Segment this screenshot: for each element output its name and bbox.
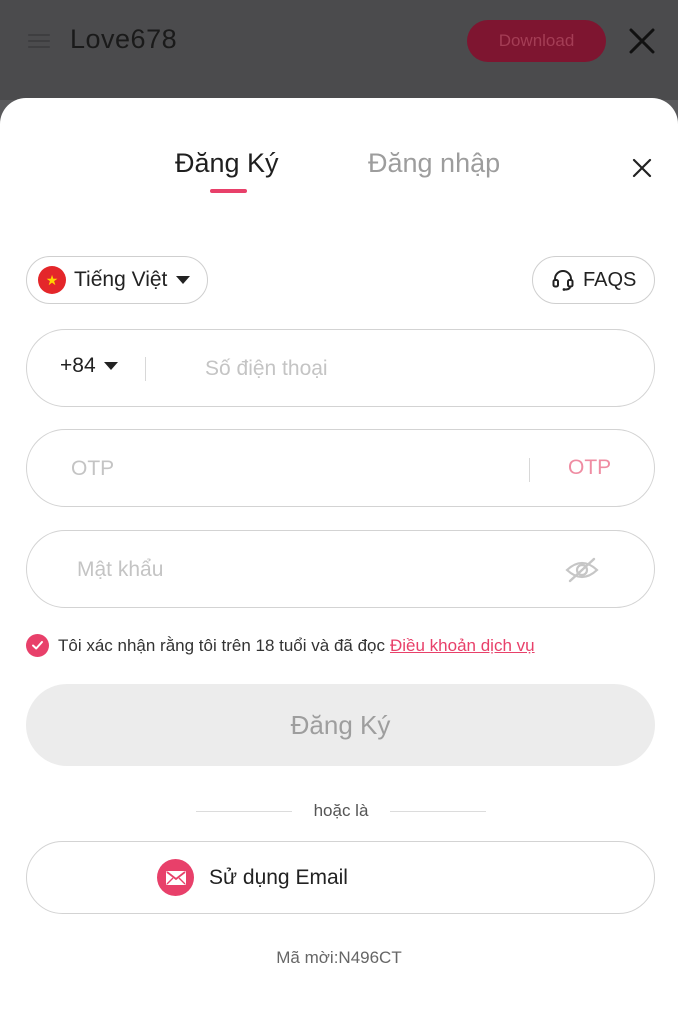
or-divider: hoặc là [196, 799, 487, 823]
use-email-button[interactable]: Sử dụng Email [26, 841, 655, 914]
use-email-label: Sử dụng Email [209, 865, 348, 889]
app-title: Love678 [70, 24, 178, 54]
mail-icon [157, 859, 194, 896]
register-modal: Đăng Ký Đăng nhập ★ Tiếng Việt FAQS +84 … [0, 98, 678, 1024]
divider [145, 357, 146, 381]
country-code-label: +84 [60, 354, 96, 377]
register-submit-button[interactable]: Đăng Ký [26, 684, 655, 766]
terms-consent: Tôi xác nhận rằng tôi trên 18 tuổi và đã… [26, 634, 535, 657]
top-app-bar: Love678 Download [0, 0, 678, 100]
consent-checkbox[interactable] [26, 634, 49, 657]
language-label: Tiếng Việt [74, 268, 168, 291]
tab-login[interactable]: Đăng nhập [368, 148, 500, 179]
faq-label: FAQS [583, 268, 637, 291]
password-field [26, 530, 655, 608]
password-input[interactable] [77, 555, 557, 585]
consent-text: Tôi xác nhận rằng tôi trên 18 tuổi và đã… [58, 635, 385, 655]
divider-line [390, 810, 487, 812]
vietnam-flag-icon: ★ [38, 266, 66, 294]
download-button[interactable]: Download [467, 20, 606, 62]
tab-register[interactable]: Đăng Ký [175, 148, 279, 179]
otp-field: OTP [26, 429, 655, 507]
phone-input[interactable] [205, 354, 625, 384]
otp-input[interactable] [71, 454, 521, 484]
or-text: hoặc là [313, 801, 369, 820]
close-modal-icon[interactable] [628, 154, 656, 182]
country-code-selector[interactable]: +84 [60, 354, 118, 378]
terms-of-service-link[interactable]: Điều khoản dịch vụ [390, 636, 535, 656]
divider [529, 458, 530, 482]
caret-down-icon [176, 276, 191, 284]
faq-button[interactable]: FAQS [532, 256, 655, 304]
divider-line [196, 810, 292, 812]
language-selector[interactable]: ★ Tiếng Việt [26, 256, 208, 304]
menu-icon[interactable] [28, 34, 50, 48]
phone-field: +84 [26, 329, 655, 407]
send-otp-button[interactable]: OTP [568, 456, 611, 480]
check-icon [32, 641, 43, 650]
eye-off-icon[interactable] [564, 556, 600, 584]
invite-code: Mã mời:N496CT [276, 948, 402, 967]
headset-icon [552, 270, 574, 291]
active-tab-indicator [210, 189, 247, 193]
caret-down-icon [103, 362, 118, 370]
close-icon[interactable] [626, 25, 658, 57]
